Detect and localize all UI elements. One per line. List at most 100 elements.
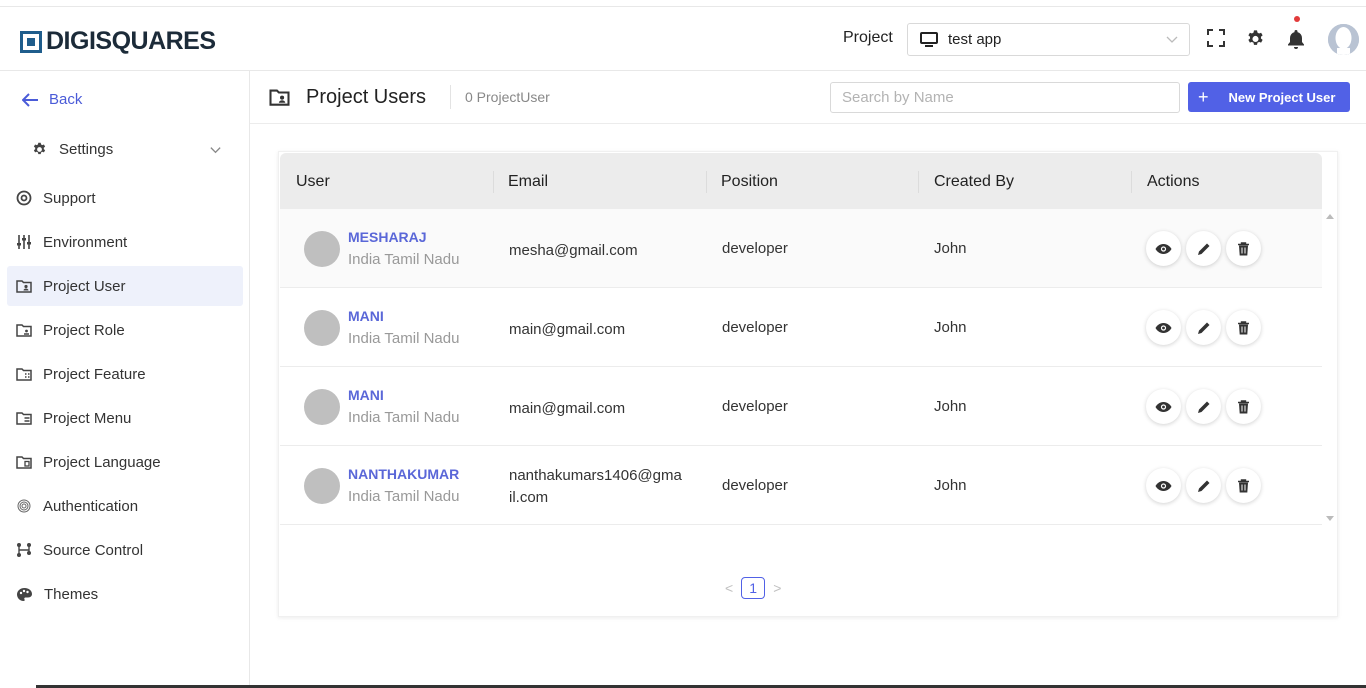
user-position: developer: [722, 240, 788, 257]
plus-icon: +: [1198, 87, 1209, 107]
folder-menu-icon: [16, 412, 32, 425]
sidebar-item-project-menu[interactable]: Project Menu: [7, 398, 243, 438]
column-header-user: User: [296, 173, 330, 190]
eye-icon: [1155, 243, 1172, 254]
delete-button[interactable]: [1226, 468, 1261, 503]
page-button-current[interactable]: 1: [741, 577, 766, 599]
sidebar-item-label: Project Menu: [43, 409, 132, 427]
view-button[interactable]: [1146, 468, 1181, 503]
sidebar-item-project-user[interactable]: Project User: [7, 266, 243, 306]
view-button[interactable]: [1146, 310, 1181, 345]
edit-button[interactable]: [1186, 310, 1221, 345]
trash-icon: [1238, 241, 1249, 255]
sidebar-item-label: Source Control: [43, 541, 144, 559]
user-email: main@gmail.com: [509, 321, 626, 338]
users-table-card: User Email Position Created By Actions M…: [278, 151, 1338, 617]
brand-logo[interactable]: DIGISQUARES: [20, 27, 216, 56]
sidebar-item-authentication[interactable]: Authentication: [7, 486, 243, 526]
edit-button[interactable]: [1186, 468, 1221, 503]
fingerprint-icon: [17, 499, 31, 513]
edit-button[interactable]: [1186, 389, 1221, 424]
user-location: India Tamil Nadu: [348, 409, 460, 426]
table-row[interactable]: MESHARAJ India Tamil Nadu mesha@gmail.co…: [280, 209, 1322, 288]
user-position: developer: [722, 477, 788, 494]
folder-user-icon: [16, 280, 32, 293]
prev-page-icon[interactable]: <: [725, 580, 733, 596]
user-created-by: John: [934, 398, 967, 415]
column-divider: [493, 171, 494, 193]
avatar: [304, 468, 340, 504]
chevron-down-icon: [210, 147, 221, 154]
delete-button[interactable]: [1226, 231, 1261, 266]
sidebar-item-project-role[interactable]: Project Role: [7, 310, 243, 350]
delete-button[interactable]: [1226, 310, 1261, 345]
project-label: Project: [843, 29, 893, 46]
user-location: India Tamil Nadu: [348, 251, 460, 268]
gear-icon[interactable]: [1246, 29, 1265, 48]
user-count: 0 ProjectUser: [465, 89, 550, 105]
user-email: mesha@gmail.com: [509, 242, 638, 259]
edit-button[interactable]: [1186, 231, 1221, 266]
next-page-icon[interactable]: >: [773, 580, 781, 596]
pencil-icon: [1197, 243, 1209, 255]
new-project-user-button[interactable]: + New Project User: [1188, 82, 1350, 112]
chevron-down-icon: [1166, 36, 1178, 43]
sidebar-item-project-language[interactable]: Project Language: [7, 442, 243, 482]
view-button[interactable]: [1146, 389, 1181, 424]
sidebar-item-environment[interactable]: Environment: [7, 222, 243, 262]
sidebar-item-label: Project User: [43, 277, 126, 295]
notification-dot: [1294, 16, 1300, 22]
user-avatar[interactable]: [1328, 24, 1359, 55]
sidebar-item-label: Authentication: [43, 497, 139, 515]
support-icon: [16, 190, 32, 206]
column-header-position: Position: [721, 173, 778, 190]
column-divider: [1131, 171, 1132, 193]
delete-button[interactable]: [1226, 389, 1261, 424]
arrow-left-icon: [22, 92, 38, 107]
search-input[interactable]: [830, 82, 1180, 113]
eye-icon: [1155, 322, 1172, 333]
fullscreen-icon[interactable]: [1207, 29, 1225, 47]
user-silhouette-icon: [1328, 24, 1359, 55]
trash-icon: [1238, 478, 1249, 492]
pagination: < 1 >: [725, 577, 781, 599]
sidebar-item-label: Project Language: [43, 453, 161, 471]
sidebar-item-support[interactable]: Support: [7, 178, 243, 218]
bell-icon[interactable]: [1287, 29, 1305, 49]
logo-mark-icon: [20, 30, 42, 53]
table-row[interactable]: MANI India Tamil Nadu main@gmail.com dev…: [280, 288, 1322, 367]
user-location: India Tamil Nadu: [348, 488, 460, 505]
view-button[interactable]: [1146, 231, 1181, 266]
palette-icon: [17, 587, 32, 601]
folder-user-icon: [269, 89, 290, 106]
project-select-value: test app: [948, 31, 1002, 48]
user-name-link[interactable]: NANTHAKUMAR: [348, 466, 459, 482]
user-name-link[interactable]: MANI: [348, 387, 384, 403]
sliders-icon: [17, 235, 31, 249]
table-row[interactable]: NANTHAKUMAR India Tamil Nadu nanthakumar…: [280, 446, 1322, 525]
user-name-link[interactable]: MESHARAJ: [348, 229, 427, 245]
sidebar-item-label: Themes: [44, 585, 99, 603]
table-row[interactable]: MANI India Tamil Nadu main@gmail.com dev…: [280, 367, 1322, 446]
pencil-icon: [1197, 401, 1209, 413]
table-scrollbar[interactable]: [1324, 210, 1336, 526]
back-link[interactable]: Back: [22, 91, 82, 108]
eye-icon: [1155, 480, 1172, 491]
user-email: main@gmail.com: [509, 400, 626, 417]
user-name-link[interactable]: MANI: [348, 308, 384, 324]
sidebar-item-source-control[interactable]: Source Control: [7, 530, 243, 570]
user-position: developer: [722, 398, 788, 415]
sidebar-item-project-feature[interactable]: Project Feature: [7, 354, 243, 394]
git-icon: [17, 543, 31, 557]
header-divider: [450, 85, 451, 109]
settings-group[interactable]: Settings: [32, 141, 222, 158]
table-header: User Email Position Created By Actions: [280, 153, 1322, 209]
sidebar-item-label: Support: [43, 189, 96, 207]
user-location: India Tamil Nadu: [348, 330, 460, 347]
user-created-by: John: [934, 477, 967, 494]
new-project-user-label: New Project User: [1228, 89, 1336, 105]
pencil-icon: [1197, 480, 1209, 492]
project-select[interactable]: test app: [907, 23, 1190, 56]
sidebar-item-themes[interactable]: Themes: [7, 574, 243, 614]
folder-role-icon: [16, 324, 32, 337]
